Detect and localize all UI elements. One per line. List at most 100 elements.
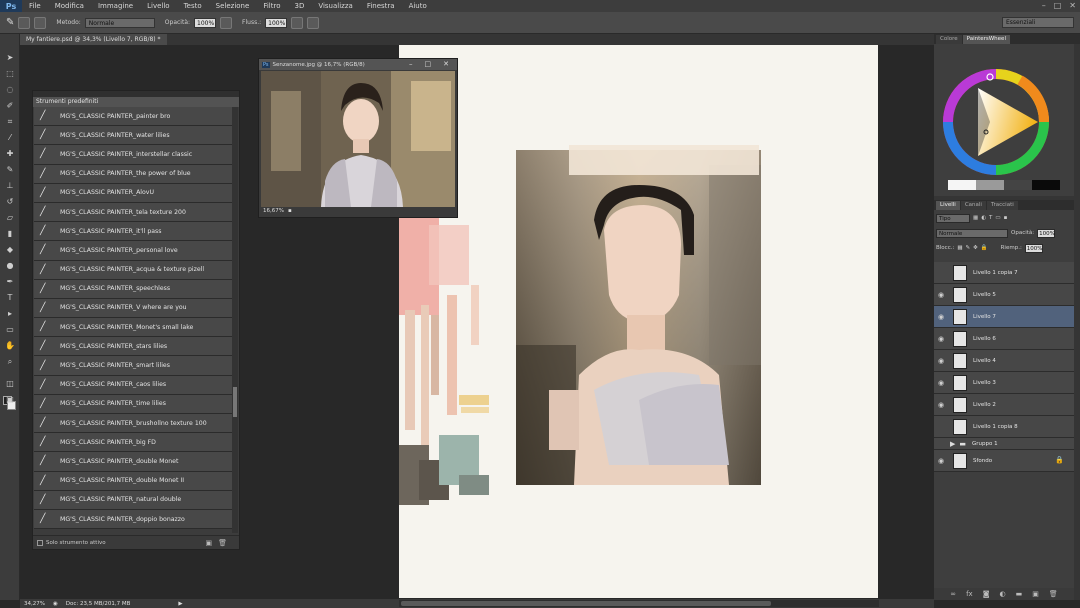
presets-scrollbar[interactable]	[232, 107, 238, 533]
preset-item[interactable]: ╱ MG'S_CLASSIC PAINTER_double Monet	[34, 452, 232, 472]
preset-item[interactable]: ╱ MG'S_CLASSIC PAINTER_caos lilies	[34, 375, 232, 395]
new-preset-icon[interactable]: ▣	[205, 539, 212, 547]
status-arrow-icon[interactable]: ▶	[178, 601, 182, 607]
workspace-select[interactable]: Essenziali	[1002, 17, 1074, 28]
layer-row[interactable]: Livello 1 copia 8	[934, 416, 1074, 438]
layer-row[interactable]: ◉ Livello 7	[934, 306, 1074, 328]
type-tool-icon[interactable]: T	[4, 292, 16, 304]
lasso-tool-icon[interactable]: ◌	[4, 84, 16, 96]
presets-scroll-thumb[interactable]	[233, 387, 237, 417]
filter-shape-icon[interactable]: ▭	[995, 215, 1000, 221]
blur-tool-icon[interactable]: ◆	[4, 244, 16, 256]
blend-mode-select[interactable]: Normale	[936, 228, 1008, 238]
brush-panel-icon[interactable]	[34, 16, 47, 29]
layer-filter-select[interactable]: Tipo	[936, 213, 970, 223]
stamp-tool-icon[interactable]: ⊥	[4, 180, 16, 192]
ref-minimize-button[interactable]: –	[409, 60, 413, 68]
preset-item[interactable]: ╱ MG'S_CLASSIC PAINTER_double Monet II	[34, 471, 232, 491]
move-tool-icon[interactable]: ➤	[4, 52, 16, 64]
preset-item[interactable]: ╱ MG'S_CLASSIC PAINTER_the power of blue	[34, 164, 232, 184]
horizontal-scroll-thumb[interactable]	[401, 601, 771, 606]
menu-item-file[interactable]: File	[22, 2, 48, 10]
layer-group-row[interactable]: ▶ ▬ Gruppo 1	[934, 438, 1074, 450]
preset-item[interactable]: ╱ MG'S_CLASSIC PAINTER_time lilies	[34, 394, 232, 414]
zoom-level[interactable]: 34,27%	[24, 601, 45, 607]
preset-item[interactable]: ╱ MG'S_CLASSIC PAINTER_interstellar class…	[34, 145, 232, 165]
pressure-size-icon[interactable]	[307, 16, 320, 29]
tab-paths[interactable]: Tracciati	[986, 201, 1018, 210]
filter-type-icon[interactable]: T	[989, 215, 992, 221]
marquee-tool-icon[interactable]: ⬚	[4, 68, 16, 80]
tab-channels[interactable]: Canali	[960, 201, 986, 210]
mode-select[interactable]: Normale	[84, 17, 155, 28]
layer-row[interactable]: ◉ Livello 4	[934, 350, 1074, 372]
eyedropper-tool-icon[interactable]: ⁄	[4, 132, 16, 144]
menu-item-livello[interactable]: Livello	[140, 2, 176, 10]
preset-item[interactable]: ╱ MG'S_CLASSIC PAINTER_it'll pass	[34, 222, 232, 242]
lock-position-icon[interactable]: ✥	[973, 245, 978, 251]
tab-painters-wheel[interactable]: PaintersWheel	[962, 35, 1010, 44]
dodge-tool-icon[interactable]: ●	[4, 260, 16, 272]
preset-item[interactable]: ╱ MG'S_CLASSIC PAINTER_big FD	[34, 433, 232, 453]
brush-tool-icon[interactable]: ✎	[6, 17, 14, 28]
layer-opacity-input[interactable]: 100%	[1037, 228, 1056, 238]
preset-item[interactable]: ╱ MG'S_CLASSIC PAINTER_personal love	[34, 241, 232, 261]
preset-item[interactable]: ╱ MG'S_CLASSIC PAINTER_V where are you	[34, 298, 232, 319]
visibility-eye-icon[interactable]: ◉	[934, 335, 948, 343]
tab-layers[interactable]: Livelli	[936, 201, 960, 210]
new-group-icon[interactable]: ▬	[1016, 590, 1023, 598]
preset-item[interactable]: ╱ MG'S_CLASSIC PAINTER_tela texture 200	[34, 202, 232, 223]
opacity-input[interactable]: 100%	[194, 17, 217, 28]
color-wheel[interactable]	[934, 44, 1074, 196]
fx-icon[interactable]: fx	[966, 590, 973, 598]
hand-tool-icon[interactable]: ✋	[4, 340, 16, 352]
quick-select-tool-icon[interactable]: ✐	[4, 100, 16, 112]
delete-layer-icon[interactable]: 🗑	[1049, 590, 1058, 598]
preset-item[interactable]: ╱ MG'S_CLASSIC PAINTER_speechless	[34, 279, 232, 299]
new-layer-icon[interactable]: ▣	[1032, 590, 1039, 598]
menu-item-immagine[interactable]: Immagine	[91, 2, 140, 10]
crop-tool-icon[interactable]: ⌗	[4, 116, 16, 128]
status-info-icon[interactable]: ◉	[53, 601, 58, 607]
fill-input[interactable]: 100%	[1024, 243, 1043, 253]
filter-smart-icon[interactable]: ▪	[1004, 215, 1008, 221]
expand-triangle-icon[interactable]: ▶	[950, 440, 955, 448]
menu-item-visualizza[interactable]: Visualizza	[311, 2, 359, 10]
menu-item-selezione[interactable]: Selezione	[209, 2, 257, 10]
preset-item[interactable]: ╱ MG'S_CLASSIC PAINTER_doppio bonazzo	[34, 509, 232, 530]
ref-close-button[interactable]: ✕	[443, 60, 449, 68]
horizontal-scrollbar[interactable]	[399, 600, 879, 607]
preset-item[interactable]: ╱ MG'S_CLASSIC PAINTER_brushollno texture…	[34, 414, 232, 434]
tab-color[interactable]: Colore	[936, 35, 962, 44]
quick-mask-icon[interactable]: ◫	[4, 378, 16, 390]
menu-item-3d[interactable]: 3D	[287, 2, 311, 10]
maximize-button[interactable]: □	[1054, 1, 1062, 10]
shape-tool-icon[interactable]: ▭	[4, 324, 16, 336]
link-layers-icon[interactable]: ∞	[950, 590, 956, 598]
visibility-eye-icon[interactable]: ◉	[934, 457, 948, 465]
minimize-button[interactable]: –	[1042, 1, 1046, 10]
preset-item[interactable]: ╱ MG'S_CLASSIC PAINTER_smart lilies	[34, 356, 232, 376]
menu-item-aiuto[interactable]: Aiuto	[402, 2, 434, 10]
path-select-tool-icon[interactable]: ▸	[4, 308, 16, 320]
menu-item-testo[interactable]: Testo	[177, 2, 209, 10]
layer-row[interactable]: ◉ Sfondo 🔒	[934, 450, 1074, 472]
preset-item[interactable]: ╱ MG'S_CLASSIC PAINTER_stars lilies	[34, 337, 232, 357]
preset-item[interactable]: ╱ MG'S_CLASSIC PAINTER_water lilies	[34, 126, 232, 146]
lock-pixels-icon[interactable]: ✎	[966, 245, 971, 251]
adjustment-layer-icon[interactable]: ◐	[1000, 590, 1006, 598]
checkbox-icon[interactable]	[37, 539, 43, 546]
pressure-opacity-icon[interactable]	[220, 16, 233, 29]
info-icon[interactable]: ▪	[288, 208, 292, 214]
layer-row[interactable]: ◉ Livello 2	[934, 394, 1074, 416]
layer-row[interactable]: ◉ Livello 3	[934, 372, 1074, 394]
filter-pixel-icon[interactable]: ▦	[973, 215, 978, 221]
layer-row[interactable]: Livello 1 copia 7	[934, 262, 1074, 284]
close-button[interactable]: ✕	[1069, 1, 1076, 10]
airbrush-icon[interactable]	[291, 16, 304, 29]
visibility-eye-icon[interactable]: ◉	[934, 357, 948, 365]
reference-image-window[interactable]: Ps Senzanome.jpg @ 16,7% (RGB/8) – □ ✕ 1…	[258, 58, 458, 218]
brush-tool-icon[interactable]: ✎	[4, 164, 16, 176]
flow-input[interactable]: 100%	[265, 17, 288, 28]
add-mask-icon[interactable]: ◙	[983, 590, 990, 598]
